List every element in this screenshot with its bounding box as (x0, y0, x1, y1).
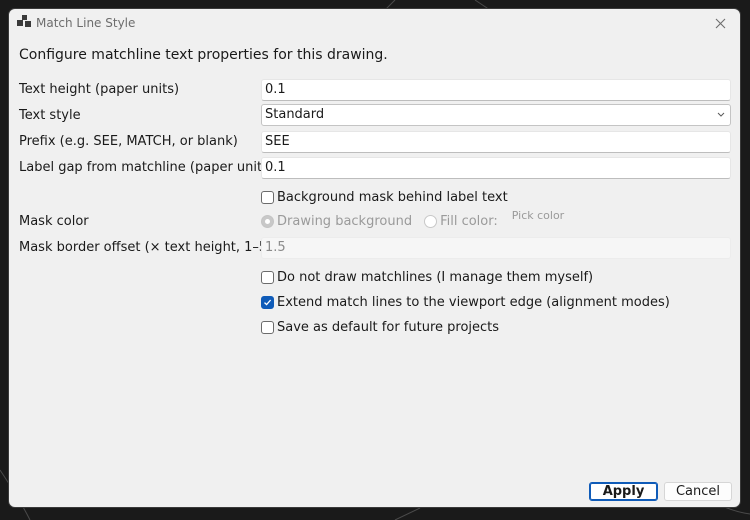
no-draw-matchlines-option[interactable]: Do not draw matchlines (I manage them my… (261, 268, 593, 286)
text-style-select[interactable]: Standard (261, 104, 731, 126)
save-default-label: Save as default for future projects (277, 319, 500, 335)
fill-color-radio[interactable] (424, 214, 438, 228)
apply-button[interactable]: Apply (589, 482, 658, 501)
save-default-checkbox[interactable] (261, 320, 274, 334)
background-mask-option[interactable]: Background mask behind label text (261, 188, 508, 206)
background-mask-label: Background mask behind label text (277, 189, 508, 205)
mask-border-offset-input[interactable]: 1.5 (261, 237, 731, 259)
text-height-input[interactable]: 0.1 (261, 79, 731, 101)
checkmark-icon (264, 299, 272, 306)
app-icon (17, 15, 31, 27)
pick-color-button[interactable]: Pick color (512, 209, 564, 222)
text-style-label: Text style (19, 108, 81, 123)
no-draw-matchlines-checkbox[interactable] (261, 270, 274, 284)
match-line-style-dialog: Match Line Style Configure matchline tex… (8, 8, 741, 508)
text-height-label: Text height (paper units) (19, 82, 180, 97)
chevron-down-icon (717, 112, 725, 117)
prefix-label: Prefix (e.g. SEE, MATCH, or blank) (19, 134, 238, 149)
text-style-value: Standard (265, 107, 325, 122)
extend-lines-checkbox[interactable] (261, 295, 274, 309)
close-icon (715, 18, 725, 28)
prefix-input[interactable]: SEE (261, 131, 731, 153)
mask-color-options: Drawing background Fill color: Pick colo… (261, 209, 564, 230)
fill-color-label: Fill color: (440, 213, 498, 229)
extend-lines-option[interactable]: Extend match lines to the viewport edge … (261, 293, 670, 311)
mask-color-label: Mask color (19, 214, 89, 229)
label-gap-input[interactable]: 0.1 (261, 157, 731, 179)
drawing-background-radio[interactable] (261, 214, 274, 228)
intro-text: Configure matchline text properties for … (19, 47, 388, 63)
label-gap-label: Label gap from matchline (paper units) (19, 160, 274, 175)
background-mask-checkbox[interactable] (261, 190, 274, 204)
drawing-background-label: Drawing background (277, 213, 413, 229)
extend-lines-label: Extend match lines to the viewport edge … (277, 294, 670, 310)
save-default-option[interactable]: Save as default for future projects (261, 318, 499, 336)
cancel-button[interactable]: Cancel (664, 482, 732, 501)
no-draw-matchlines-label: Do not draw matchlines (I manage them my… (277, 269, 594, 285)
close-button[interactable] (700, 9, 740, 37)
mask-border-offset-label: Mask border offset (× text height, 1–5) (19, 240, 273, 255)
window-title: Match Line Style (36, 16, 136, 30)
title-bar[interactable]: Match Line Style (9, 9, 740, 37)
